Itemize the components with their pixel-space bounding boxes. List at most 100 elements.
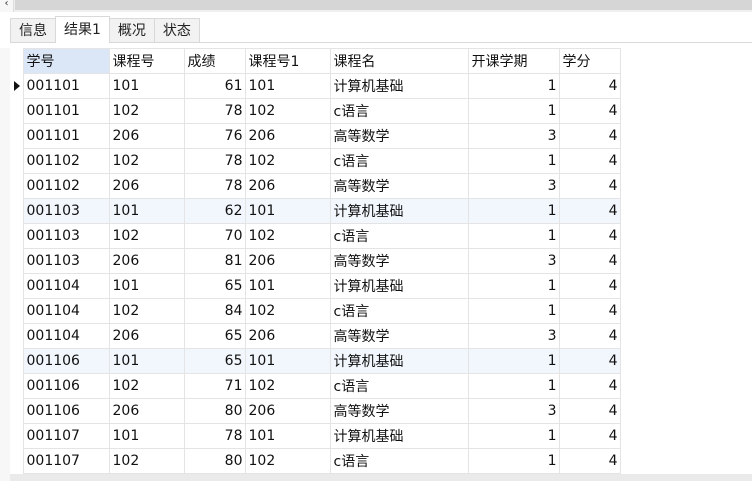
table-cell[interactable]: 206 [108, 123, 185, 149]
table-cell[interactable]: 102 [244, 448, 331, 474]
table-cell[interactable]: 1 [467, 448, 560, 474]
table-cell[interactable]: 4 [558, 323, 621, 349]
scroll-left-arrow-icon[interactable]: ‹ [0, 0, 14, 12]
table-row[interactable]: 001106 206 80 206 高等数学 3 4 [10, 398, 621, 424]
table-row[interactable]: 001101 102 78 102 c语言 1 4 [10, 98, 621, 124]
table-cell[interactable]: 102 [108, 448, 185, 474]
table-cell[interactable]: 001104 [22, 273, 110, 299]
table-cell[interactable]: 206 [244, 398, 331, 424]
tab-status[interactable]: 状态 [153, 18, 200, 43]
row-indicator[interactable] [10, 323, 24, 349]
table-cell[interactable]: 206 [108, 248, 185, 274]
table-cell[interactable]: 206 [108, 173, 185, 199]
scroll-thumb[interactable] [15, 0, 752, 10]
horizontal-scrollbar-bottom[interactable] [10, 474, 752, 481]
table-cell[interactable]: 4 [558, 173, 621, 199]
table-cell[interactable]: 102 [108, 98, 185, 124]
table-cell[interactable]: 206 [244, 123, 331, 149]
table-cell[interactable]: 101 [108, 423, 185, 449]
table-cell[interactable]: c语言 [329, 223, 469, 249]
table-cell[interactable]: c语言 [329, 98, 469, 124]
row-indicator[interactable] [10, 448, 24, 474]
table-cell[interactable]: 102 [108, 373, 185, 399]
table-cell[interactable]: 102 [244, 223, 331, 249]
table-cell[interactable]: 3 [467, 398, 560, 424]
table-cell[interactable]: 102 [244, 148, 331, 174]
table-cell[interactable]: 65 [183, 348, 246, 374]
table-cell[interactable]: 101 [108, 198, 185, 224]
table-cell[interactable]: 3 [467, 123, 560, 149]
table-cell[interactable]: 001106 [22, 398, 110, 424]
table-cell[interactable]: 3 [467, 323, 560, 349]
table-cell[interactable]: c语言 [329, 148, 469, 174]
table-cell[interactable]: 206 [244, 173, 331, 199]
table-cell[interactable]: 001106 [22, 373, 110, 399]
table-cell[interactable]: 001101 [22, 98, 110, 124]
table-cell[interactable]: 001107 [22, 423, 110, 449]
table-cell[interactable]: 206 [244, 323, 331, 349]
table-cell[interactable]: 101 [108, 273, 185, 299]
tab-overview[interactable]: 概况 [108, 18, 155, 43]
table-row[interactable]: 001107 102 80 102 c语言 1 4 [10, 448, 621, 474]
table-cell[interactable]: 计算机基础 [329, 73, 469, 99]
table-cell[interactable]: 001103 [22, 223, 110, 249]
table-cell[interactable]: 102 [244, 98, 331, 124]
table-cell[interactable]: 高等数学 [329, 123, 469, 149]
row-indicator[interactable] [10, 248, 24, 274]
table-cell[interactable]: 65 [183, 273, 246, 299]
table-cell[interactable]: 001102 [22, 148, 110, 174]
column-header-score[interactable]: 成绩 [183, 48, 246, 74]
table-cell[interactable]: 001107 [22, 448, 110, 474]
table-cell[interactable]: 78 [183, 423, 246, 449]
table-cell[interactable]: 62 [183, 198, 246, 224]
table-cell[interactable]: 70 [183, 223, 246, 249]
table-row[interactable]: 001107 101 78 101 计算机基础 1 4 [10, 423, 621, 449]
table-cell[interactable]: 1 [467, 423, 560, 449]
table-cell[interactable]: 4 [558, 248, 621, 274]
row-indicator[interactable] [10, 348, 24, 374]
table-cell[interactable]: 4 [558, 123, 621, 149]
table-cell[interactable]: 101 [244, 198, 331, 224]
table-cell[interactable]: 4 [558, 73, 621, 99]
table-cell[interactable]: 102 [244, 373, 331, 399]
table-cell[interactable]: 1 [467, 373, 560, 399]
table-cell[interactable]: 4 [558, 98, 621, 124]
table-cell[interactable]: 101 [244, 73, 331, 99]
table-cell[interactable]: 206 [244, 248, 331, 274]
table-row[interactable]: 001106 101 65 101 计算机基础 1 4 [10, 348, 621, 374]
column-header-course-id[interactable]: 课程号 [108, 48, 185, 74]
table-row[interactable]: 001103 102 70 102 c语言 1 4 [10, 223, 621, 249]
table-cell[interactable]: 101 [244, 273, 331, 299]
table-row[interactable]: 001101 101 61 101 计算机基础 1 4 [10, 73, 621, 99]
table-cell[interactable]: 84 [183, 298, 246, 324]
table-cell[interactable]: 4 [558, 348, 621, 374]
table-cell[interactable]: 1 [467, 223, 560, 249]
table-cell[interactable]: 001104 [22, 323, 110, 349]
table-cell[interactable]: 61 [183, 73, 246, 99]
column-header-course-id-1[interactable]: 课程号1 [244, 48, 331, 74]
table-cell[interactable]: c语言 [329, 298, 469, 324]
table-row[interactable]: 001103 206 81 206 高等数学 3 4 [10, 248, 621, 274]
row-indicator[interactable] [10, 198, 24, 224]
table-cell[interactable]: 206 [108, 323, 185, 349]
table-row[interactable]: 001103 101 62 101 计算机基础 1 4 [10, 198, 621, 224]
row-indicator[interactable] [10, 123, 24, 149]
row-indicator[interactable] [10, 73, 24, 99]
table-row[interactable]: 001106 102 71 102 c语言 1 4 [10, 373, 621, 399]
table-row[interactable]: 001102 102 78 102 c语言 1 4 [10, 148, 621, 174]
table-cell[interactable]: 计算机基础 [329, 348, 469, 374]
table-cell[interactable]: 1 [467, 348, 560, 374]
row-indicator[interactable] [10, 173, 24, 199]
table-cell[interactable]: 4 [558, 373, 621, 399]
table-cell[interactable]: 102 [108, 148, 185, 174]
table-cell[interactable]: 78 [183, 148, 246, 174]
table-cell[interactable]: 1 [467, 198, 560, 224]
table-cell[interactable]: 4 [558, 448, 621, 474]
column-header-course-name[interactable]: 课程名 [329, 48, 469, 74]
table-cell[interactable]: 高等数学 [329, 398, 469, 424]
table-cell[interactable]: 4 [558, 423, 621, 449]
table-cell[interactable]: 4 [558, 148, 621, 174]
table-cell[interactable]: 65 [183, 323, 246, 349]
table-cell[interactable]: 78 [183, 173, 246, 199]
table-cell[interactable]: 1 [467, 98, 560, 124]
